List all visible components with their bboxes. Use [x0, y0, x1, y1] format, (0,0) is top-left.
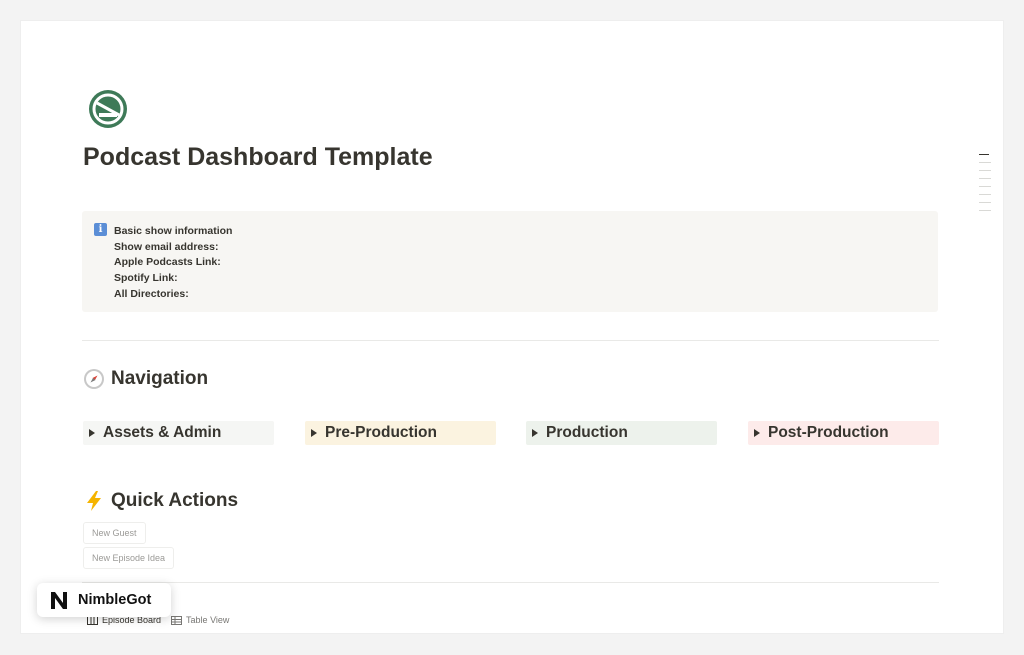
toc-marker[interactable]	[979, 170, 991, 171]
toc-marker[interactable]	[979, 154, 989, 155]
toc-marker[interactable]	[979, 178, 991, 179]
callout-line-directories: All Directories:	[114, 287, 189, 300]
lightning-icon	[87, 491, 101, 511]
table-of-contents-minimap[interactable]	[979, 154, 991, 218]
toc-marker[interactable]	[979, 186, 991, 187]
new-guest-button[interactable]: New Guest	[83, 522, 146, 544]
toggle-label: Production	[546, 424, 628, 441]
nimblegot-logo-icon	[48, 589, 70, 611]
toggle-post-production[interactable]: Post-Production	[748, 421, 939, 445]
toc-marker[interactable]	[979, 210, 991, 211]
toggle-label: Assets & Admin	[103, 424, 222, 441]
callout-line-spotify: Spotify Link:	[114, 272, 178, 285]
toc-marker[interactable]	[979, 194, 991, 195]
toggle-assets-admin[interactable]: Assets & Admin	[83, 421, 274, 445]
toggle-triangle-icon[interactable]	[311, 429, 317, 437]
notion-page: Podcast Dashboard Template i Basic show …	[21, 21, 1003, 633]
show-info-callout[interactable]: i Basic show information Show email addr…	[82, 211, 938, 312]
nimblegot-badge: NimbleGot	[37, 583, 171, 617]
new-episode-idea-button[interactable]: New Episode Idea	[83, 547, 175, 569]
callout-line-email: Show email address:	[114, 240, 219, 253]
info-icon: i	[94, 223, 107, 236]
compass-icon	[84, 369, 104, 389]
page-title[interactable]: Podcast Dashboard Template	[83, 143, 433, 172]
toggle-production[interactable]: Production	[526, 421, 717, 445]
divider	[82, 582, 939, 583]
no-smoking-sign-icon[interactable]	[88, 89, 128, 129]
callout-line-apple: Apple Podcasts Link:	[114, 256, 221, 269]
quick-actions-heading-text: Quick Actions	[111, 490, 239, 511]
tab-label: Table View	[186, 615, 230, 625]
toc-marker[interactable]	[979, 162, 991, 163]
toc-marker[interactable]	[979, 202, 991, 203]
callout-line-heading: Basic show information	[114, 225, 233, 237]
toggle-label: Pre-Production	[325, 424, 437, 441]
navigation-heading-text: Navigation	[111, 368, 209, 389]
callout-text: Basic show information Show email addres…	[114, 224, 232, 303]
navigation-heading[interactable]: Navigation	[83, 368, 208, 390]
brand-name: NimbleGot	[78, 592, 152, 608]
toggle-triangle-icon[interactable]	[89, 429, 95, 437]
toggle-triangle-icon[interactable]	[754, 429, 760, 437]
tab-table-view[interactable]: Table View	[171, 615, 229, 625]
toggle-label: Post-Production	[768, 424, 889, 441]
table-icon	[171, 615, 183, 625]
quick-actions-heading[interactable]: Quick Actions	[83, 490, 238, 512]
divider	[82, 340, 939, 341]
toggle-pre-production[interactable]: Pre-Production	[305, 421, 496, 445]
toggle-triangle-icon[interactable]	[532, 429, 538, 437]
